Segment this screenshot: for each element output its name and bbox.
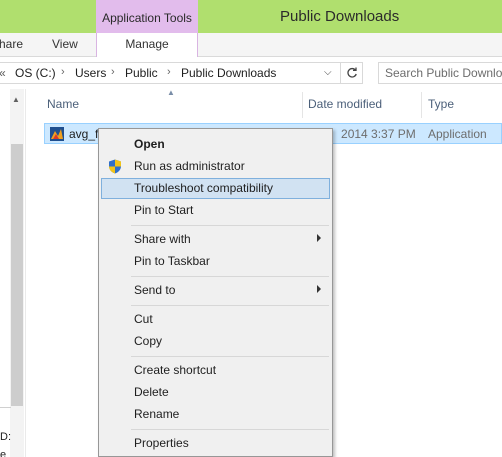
menu-item-rename[interactable]: Rename: [101, 404, 330, 425]
contextual-tab-group-application-tools: Application Tools: [96, 0, 198, 33]
breadcrumb-public[interactable]: Public: [125, 66, 158, 80]
breadcrumb-separator-icon[interactable]: ›: [111, 66, 115, 78]
menu-item-delete[interactable]: Delete: [101, 382, 330, 403]
column-header-type[interactable]: Type: [428, 97, 454, 111]
refresh-button[interactable]: [341, 62, 363, 84]
menu-item-copy[interactable]: Copy: [101, 331, 330, 352]
menu-item-troubleshoot-compatibility[interactable]: Troubleshoot compatibility: [101, 178, 330, 199]
search-box[interactable]: [378, 62, 502, 84]
menu-item-pin-to-taskbar[interactable]: Pin to Taskbar: [101, 251, 330, 272]
address-bar[interactable]: « OS (C:) › Users › Public › Public Down…: [0, 62, 341, 84]
breadcrumb-separator-icon[interactable]: ›: [167, 66, 171, 78]
menu-item-label: Troubleshoot compatibility: [134, 181, 273, 195]
column-divider[interactable]: [302, 92, 303, 118]
submenu-arrow-icon: [317, 285, 321, 293]
tab-manage-label: Manage: [125, 37, 169, 51]
menu-item-run-as-administrator[interactable]: Run as administrator: [101, 156, 330, 177]
menu-item-pin-to-start[interactable]: Pin to Start: [101, 200, 330, 221]
navigation-pane: ▲ D: e: [0, 89, 26, 457]
file-name[interactable]: avg_f: [69, 127, 98, 141]
breadcrumb-overflow[interactable]: «: [0, 66, 6, 80]
tab-manage[interactable]: Manage: [96, 33, 198, 57]
nav-divider: [0, 407, 11, 408]
sort-ascending-icon: ▲: [167, 88, 175, 97]
breadcrumb-os-c[interactable]: OS (C:): [15, 66, 56, 80]
file-date-suffix: 2014 3:37 PM: [341, 127, 416, 141]
breadcrumb-separator-icon[interactable]: ›: [61, 66, 65, 78]
ribbon-tab-bar: hare View Manage: [0, 33, 502, 57]
file-type: Application: [428, 127, 487, 141]
menu-separator: [131, 225, 329, 226]
menu-item-label: Run as administrator: [134, 159, 245, 173]
menu-item-label: Pin to Taskbar: [134, 254, 210, 268]
menu-item-share-with[interactable]: Share with: [101, 229, 330, 250]
breadcrumb-users[interactable]: Users: [75, 66, 106, 80]
menu-item-label: Delete: [134, 385, 169, 399]
tab-share[interactable]: hare: [0, 37, 23, 51]
nav-item-drive[interactable]: D:: [0, 431, 11, 443]
nav-item-partial[interactable]: e: [0, 449, 6, 457]
title-bar: Application Tools Public Downloads: [0, 0, 502, 33]
menu-item-label: Create shortcut: [134, 363, 217, 377]
menu-item-label: Send to: [134, 283, 176, 297]
menu-separator: [131, 429, 329, 430]
menu-item-label: Rename: [134, 407, 180, 421]
uac-shield-icon: [109, 159, 121, 174]
menu-item-label: Cut: [134, 312, 153, 326]
scroll-up-arrow-icon[interactable]: ▲: [12, 95, 20, 104]
column-header-date-modified[interactable]: Date modified: [308, 97, 382, 111]
menu-item-label: Copy: [134, 334, 163, 348]
nav-scrollbar-thumb[interactable]: [11, 144, 23, 406]
address-row: « OS (C:) › Users › Public › Public Down…: [0, 58, 502, 88]
menu-item-label: Open: [134, 137, 165, 151]
menu-separator: [131, 305, 329, 306]
column-divider[interactable]: [421, 92, 422, 118]
tab-view[interactable]: View: [52, 37, 78, 51]
menu-item-create-shortcut[interactable]: Create shortcut: [101, 360, 330, 381]
refresh-icon: [346, 67, 357, 78]
submenu-arrow-icon: [317, 234, 321, 242]
menu-item-label: Share with: [134, 232, 191, 246]
menu-item-open[interactable]: Open: [101, 134, 330, 155]
context-menu: Open Run as administrator Troubleshoot c…: [98, 128, 333, 457]
menu-item-properties[interactable]: Properties: [101, 433, 330, 454]
menu-item-label: Properties: [134, 436, 189, 450]
address-dropdown-icon[interactable]: ⌵: [324, 67, 332, 78]
menu-item-label: Pin to Start: [134, 203, 194, 217]
menu-item-send-to[interactable]: Send to: [101, 280, 330, 301]
breadcrumb-public-downloads[interactable]: Public Downloads: [181, 66, 276, 80]
search-input[interactable]: [385, 64, 502, 82]
avg-application-icon: [50, 127, 64, 141]
menu-item-cut[interactable]: Cut: [101, 309, 330, 330]
menu-separator: [131, 276, 329, 277]
column-header-name[interactable]: Name: [47, 97, 79, 111]
contextual-tab-group-label: Application Tools: [102, 11, 192, 25]
window-title: Public Downloads: [280, 8, 400, 25]
menu-separator: [131, 356, 329, 357]
